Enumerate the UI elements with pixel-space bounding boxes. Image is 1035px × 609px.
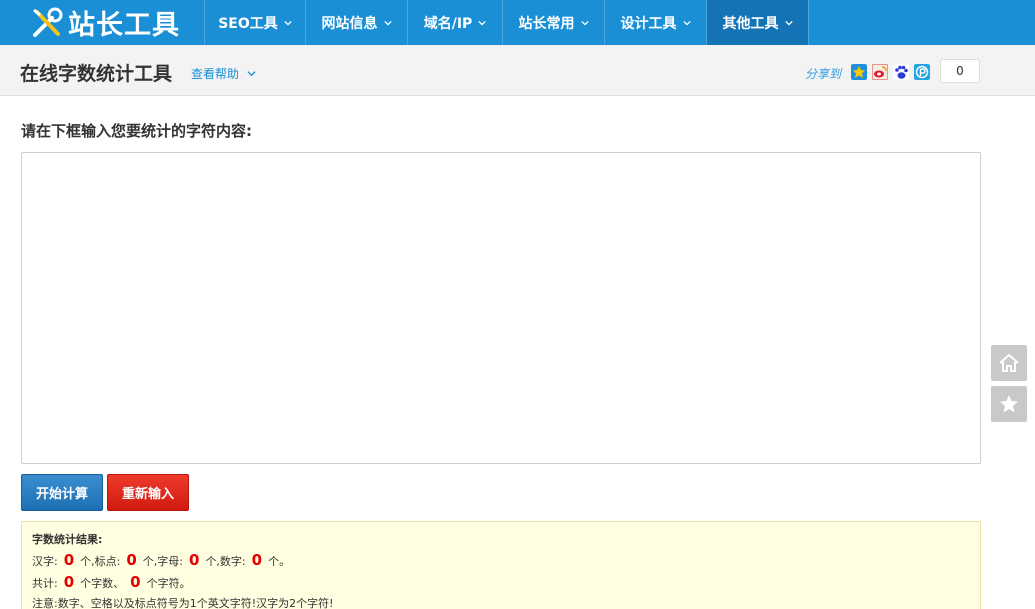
result-line-counts: 汉字: 0 个,标点: 0 个,字母: 0 个,数字: 0 个。 bbox=[32, 550, 970, 572]
letters-count: 0 bbox=[189, 551, 200, 569]
result-line-total: 共计: 0 个字数、 0 个字符。 bbox=[32, 572, 970, 594]
nav-seo-tools[interactable]: SEO工具 bbox=[204, 0, 305, 45]
nav-domain-ip[interactable]: 域名/IP bbox=[407, 0, 502, 45]
star-icon bbox=[1000, 395, 1018, 413]
home-button[interactable] bbox=[991, 345, 1027, 381]
total-label: 共计: bbox=[32, 577, 58, 590]
word-unit: 个字数、 bbox=[80, 577, 125, 590]
punct-label: 个,标点: bbox=[80, 555, 121, 568]
renren-share-icon[interactable] bbox=[914, 64, 930, 80]
char-count: 0 bbox=[130, 573, 141, 591]
reset-input-button[interactable]: 重新输入 bbox=[107, 474, 189, 511]
weibo-share-icon[interactable] bbox=[872, 64, 888, 80]
char-unit: 个字符。 bbox=[146, 577, 191, 590]
logo[interactable]: 站长工具 bbox=[0, 0, 204, 45]
digits-unit: 个。 bbox=[268, 555, 291, 568]
chevron-down-icon bbox=[682, 20, 691, 26]
tools-icon bbox=[33, 7, 63, 37]
nav-label: SEO工具 bbox=[218, 15, 278, 32]
help-link[interactable]: 查看帮助 bbox=[191, 65, 256, 82]
help-label: 查看帮助 bbox=[191, 67, 240, 81]
chevron-down-icon bbox=[784, 20, 793, 26]
logo-text: 站长工具 bbox=[68, 10, 180, 41]
hanzi-label: 汉字: bbox=[32, 555, 58, 568]
result-title: 字数统计结果: bbox=[32, 533, 103, 546]
nav-spacer bbox=[808, 0, 1035, 45]
home-icon bbox=[999, 353, 1019, 372]
page-title: 在线字数统计工具 bbox=[20, 63, 173, 85]
word-count: 0 bbox=[63, 573, 75, 591]
punct-count: 0 bbox=[126, 551, 137, 569]
nav-design-tools[interactable]: 设计工具 bbox=[604, 0, 706, 45]
qzone-share-icon[interactable] bbox=[851, 64, 867, 80]
result-panel: 字数统计结果: 汉字: 0 个,标点: 0 个,字母: 0 个,数字: 0 个。 共计: 0 个字数… bbox=[21, 521, 981, 609]
nav-label: 其他工具 bbox=[722, 15, 779, 32]
share-label: 分享到 bbox=[805, 67, 842, 81]
share-count: 0 bbox=[940, 59, 980, 83]
nav-site-info[interactable]: 网站信息 bbox=[305, 0, 407, 45]
top-nav: 站长工具 SEO工具 网站信息 域名/IP 站长常用 设计工具 其他工具 bbox=[0, 0, 1035, 45]
letters-label: 个,字母: bbox=[142, 555, 183, 568]
nav-label: 设计工具 bbox=[620, 15, 677, 32]
chevron-down-icon bbox=[383, 20, 392, 26]
start-calculate-button[interactable]: 开始计算 bbox=[21, 474, 103, 511]
chevron-down-icon bbox=[580, 20, 589, 26]
result-note: 注意:数字、空格以及标点符号为1个英文字符!汉字为2个字符! bbox=[32, 597, 334, 609]
hanzi-count: 0 bbox=[63, 551, 75, 569]
baidu-share-icon[interactable] bbox=[893, 64, 909, 80]
nav-webmaster-common[interactable]: 站长常用 bbox=[502, 0, 604, 45]
digits-label: 个,数字: bbox=[205, 555, 246, 568]
chevron-down-icon bbox=[478, 20, 486, 26]
nav-label: 域名/IP bbox=[423, 15, 473, 32]
content-textarea[interactable] bbox=[21, 152, 981, 464]
digits-count: 0 bbox=[251, 551, 263, 569]
nav-other-tools[interactable]: 其他工具 bbox=[706, 0, 808, 45]
chevron-down-icon bbox=[284, 20, 292, 26]
nav-label: 网站信息 bbox=[321, 15, 378, 32]
input-prompt: 请在下框输入您要统计的字符内容: bbox=[21, 122, 253, 140]
chevron-down-icon bbox=[247, 71, 256, 77]
sub-header: 在线字数统计工具 查看帮助 分享到 0 bbox=[0, 45, 1035, 96]
nav-label: 站长常用 bbox=[518, 15, 575, 32]
favorite-button[interactable] bbox=[991, 386, 1027, 422]
